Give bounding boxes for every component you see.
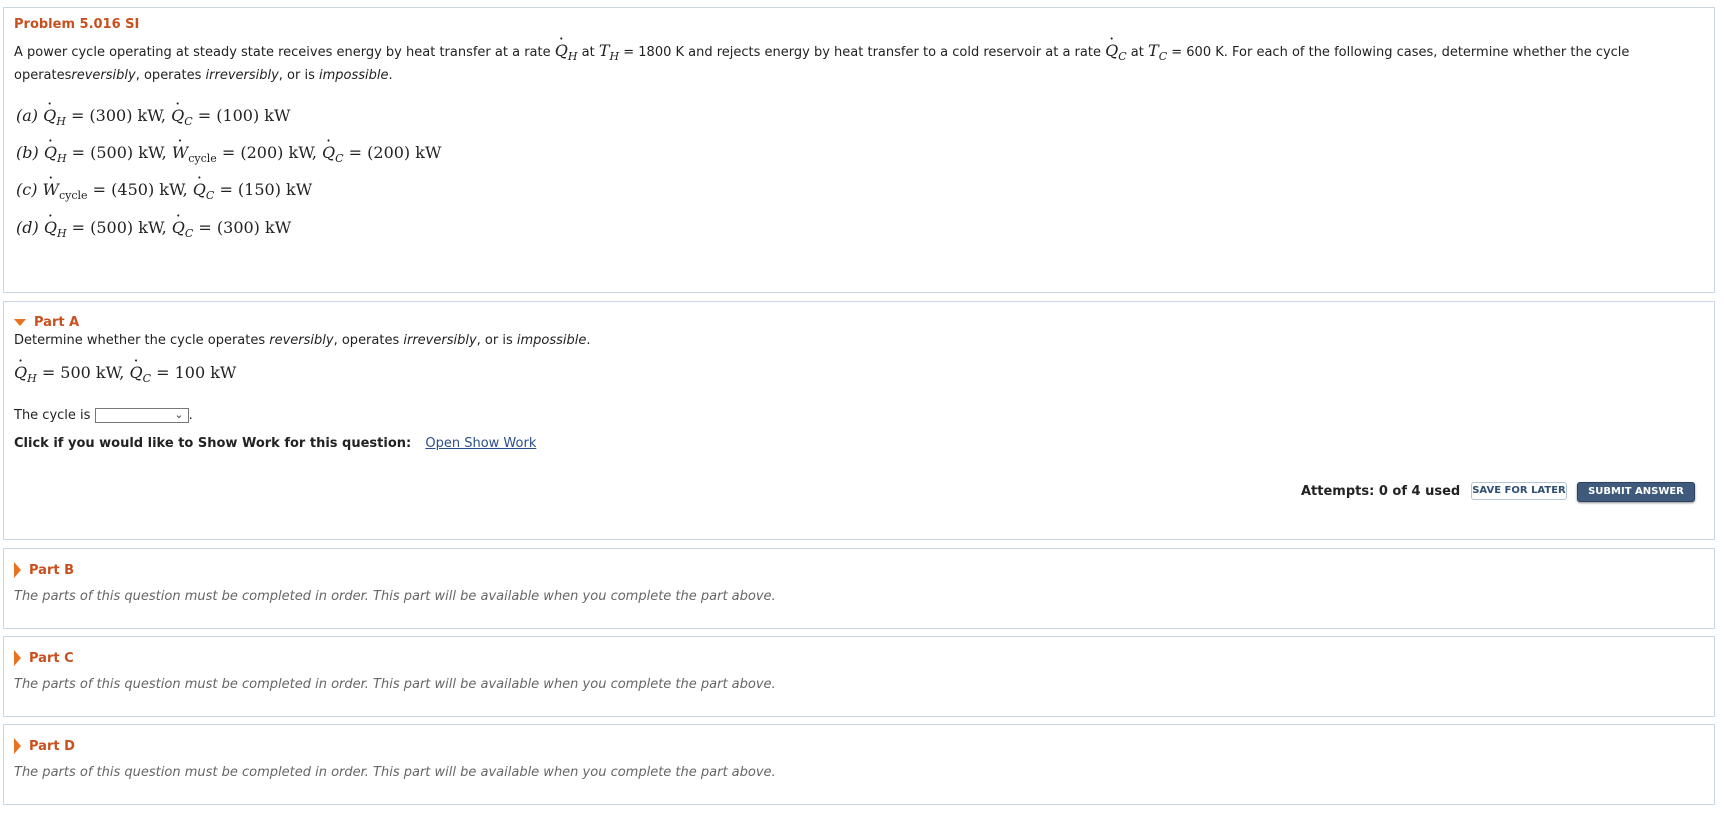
show-work-row: Click if you would like to Show Work for… bbox=[14, 436, 537, 451]
expand-arrow-icon[interactable] bbox=[14, 562, 21, 578]
part-d-header[interactable]: Part D bbox=[14, 738, 75, 754]
case-c: (c) Wcycle = (450) kW, QC = (150) kW bbox=[16, 180, 312, 202]
part-a-header[interactable]: Part A bbox=[14, 315, 79, 330]
part-c-locked-message: The parts of this question must be compl… bbox=[14, 677, 776, 692]
part-a-instruction: Determine whether the cycle operates rev… bbox=[14, 333, 591, 348]
part-b-locked-message: The parts of this question must be compl… bbox=[14, 589, 776, 604]
part-a-panel: Part A Determine whether the cycle opera… bbox=[3, 301, 1715, 540]
part-d-locked-message: The parts of this question must be compl… bbox=[14, 765, 776, 780]
case-d: (d) QH = (500) kW, QC = (300) kW bbox=[16, 218, 291, 240]
attempts-text: Attempts: 0 of 4 used bbox=[1301, 484, 1461, 499]
submit-answer-button[interactable]: SUBMIT ANSWER bbox=[1577, 482, 1695, 502]
expand-arrow-icon[interactable] bbox=[14, 650, 21, 666]
part-b-header[interactable]: Part B bbox=[14, 562, 74, 578]
tc-symbol: TC bbox=[1148, 41, 1168, 64]
open-show-work-link[interactable]: Open Show Work bbox=[425, 436, 536, 451]
part-b-panel: Part B The parts of this question must b… bbox=[3, 548, 1715, 629]
th-symbol: TH bbox=[598, 41, 620, 64]
problem-title: Problem 5.016 SI bbox=[14, 17, 140, 32]
part-c-panel: Part C The parts of this question must b… bbox=[3, 636, 1715, 717]
case-b: (b) QH = (500) kW, Wcycle = (200) kW, QC… bbox=[16, 143, 441, 165]
part-a-given: QH = 500 kW, QC = 100 kW bbox=[14, 363, 236, 385]
problem-panel: Problem 5.016 SI A power cycle operating… bbox=[3, 7, 1715, 293]
qh-symbol: QH bbox=[555, 41, 578, 63]
qc-symbol: QC bbox=[1105, 41, 1127, 63]
part-c-header[interactable]: Part C bbox=[14, 650, 74, 666]
chevron-down-icon: ⌄ bbox=[174, 408, 184, 421]
save-for-later-button[interactable]: SAVE FOR LATER bbox=[1471, 482, 1567, 500]
expand-arrow-icon[interactable] bbox=[14, 738, 21, 754]
problem-statement: A power cycle operating at steady state … bbox=[14, 41, 1714, 85]
part-d-panel: Part D The parts of this question must b… bbox=[3, 724, 1715, 805]
case-a: (a) QH = (300) kW, QC = (100) kW bbox=[16, 106, 290, 128]
cycle-answer-row: The cycle is ⌄ . bbox=[14, 408, 193, 423]
collapse-arrow-icon[interactable] bbox=[14, 319, 26, 326]
cycle-select[interactable]: ⌄ bbox=[94, 408, 189, 423]
